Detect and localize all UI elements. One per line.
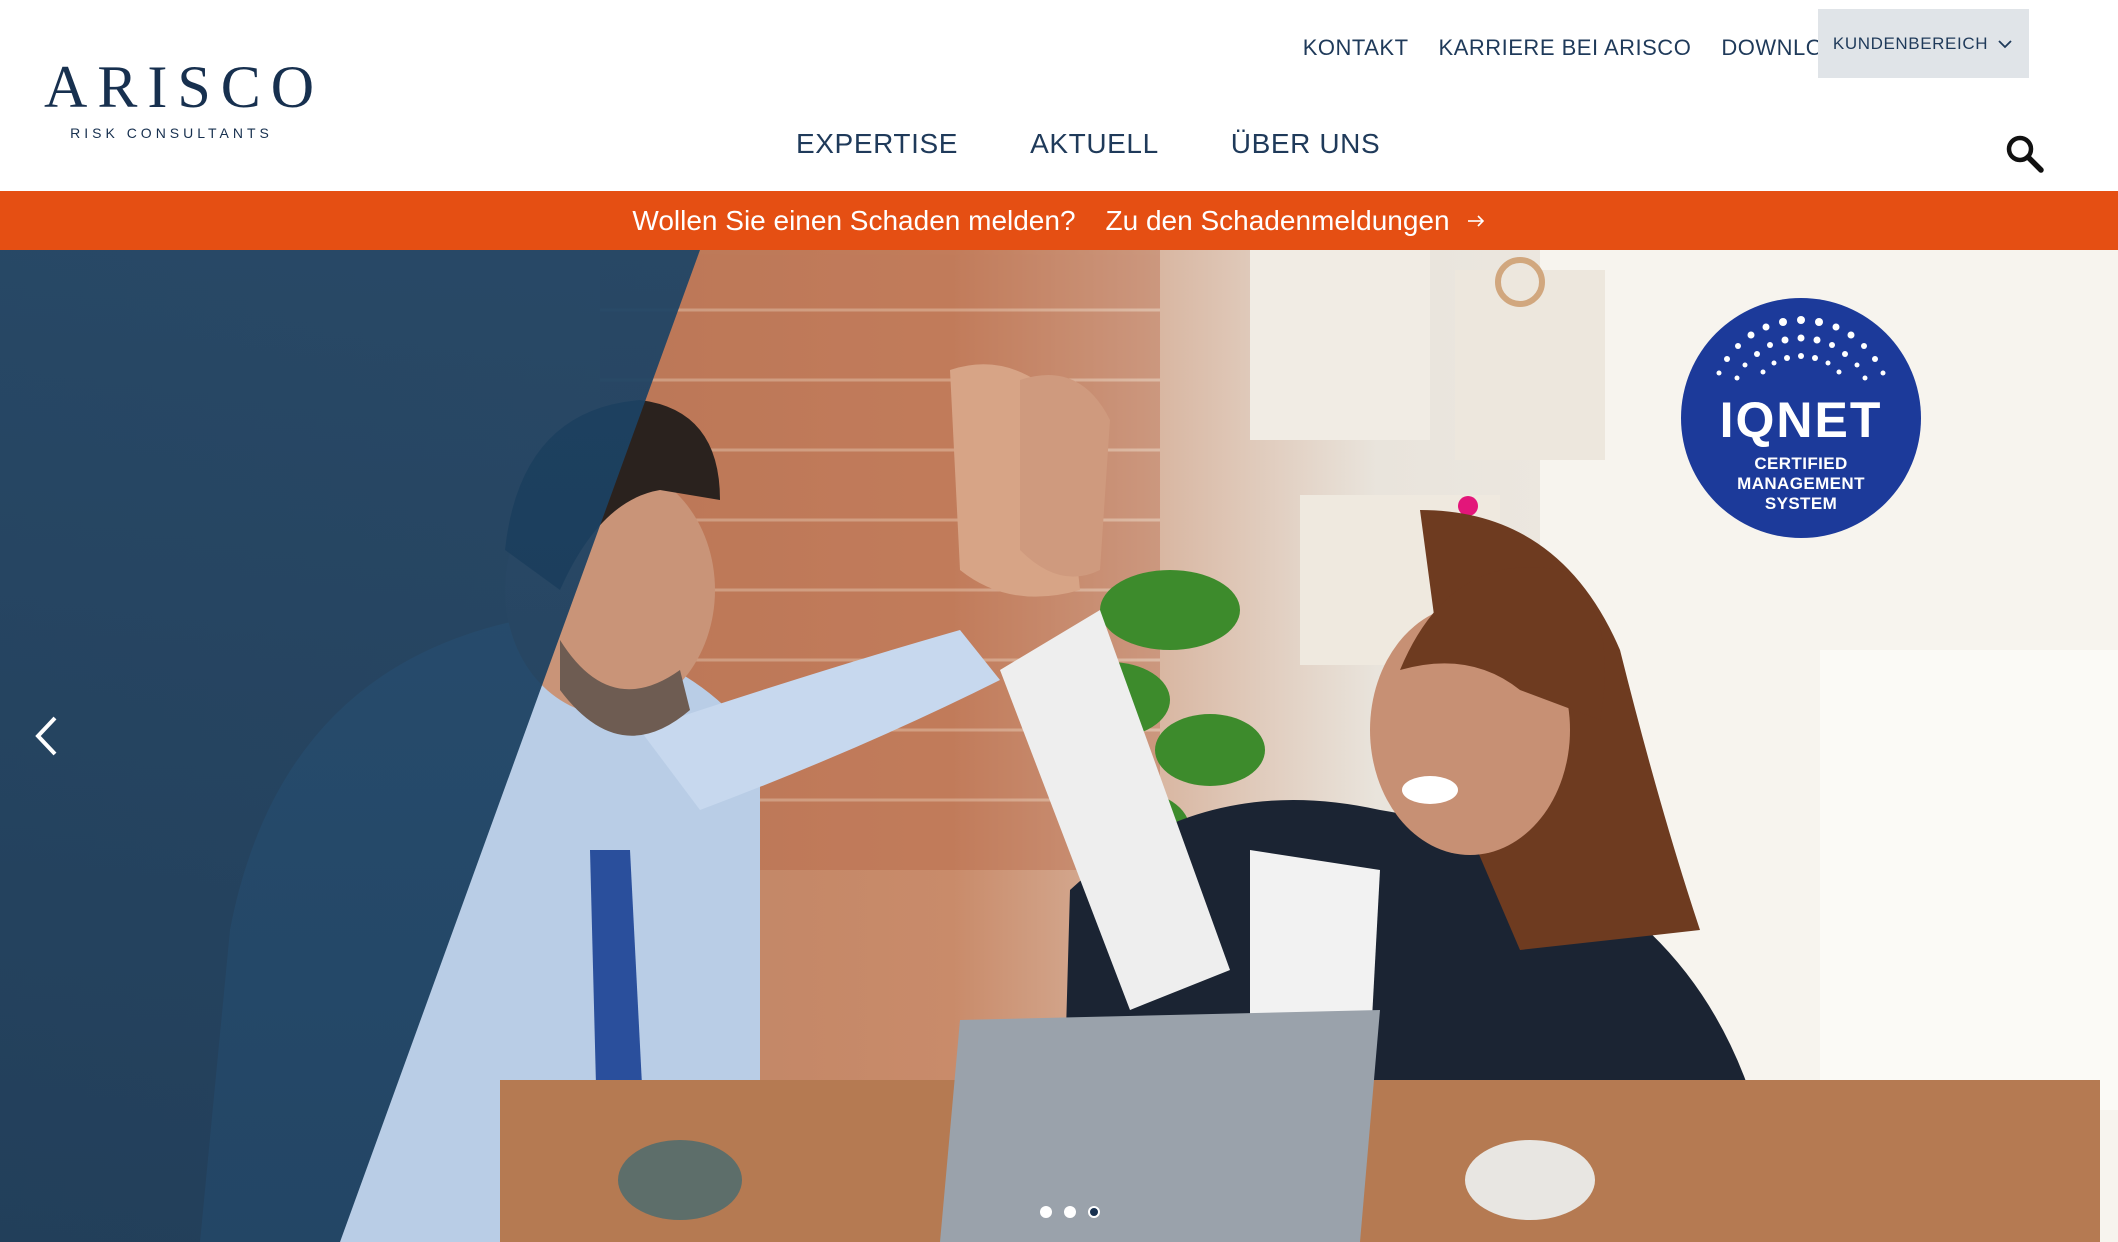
chevron-down-icon — [1998, 39, 2012, 48]
badge-title: IQNET — [1719, 392, 1883, 448]
main-navigation: EXPERTISE AKTUELL ÜBER UNS — [760, 128, 1416, 160]
damage-report-banner: Wollen Sie einen Schaden melden? Zu den … — [0, 191, 2118, 250]
nav-link-kontakt[interactable]: KONTAKT — [1303, 33, 1409, 63]
badge-line-1: CERTIFIED — [1754, 454, 1848, 473]
site-header: ARISCO RISK CONSULTANTS KONTAKT KARRIERE… — [0, 0, 2118, 191]
main-nav-aktuell[interactable]: AKTUELL — [1030, 128, 1159, 160]
logo-wordmark: ARISCO — [44, 54, 325, 120]
customer-area-dropdown[interactable]: KUNDENBEREICH — [1818, 9, 2029, 78]
badge-subtitle: CERTIFIED MANAGEMENT SYSTEM — [1681, 454, 1921, 514]
arisco-logo[interactable]: ARISCO RISK CONSULTANTS — [34, 54, 325, 145]
logo-tagline: RISK CONSULTANTS — [70, 125, 273, 141]
carousel-dot-3[interactable] — [1088, 1206, 1100, 1218]
carousel-pagination — [1034, 1206, 1106, 1218]
chevron-left-icon[interactable] — [32, 713, 60, 759]
damage-report-link[interactable]: Zu den Schadenmeldungen — [1106, 205, 1450, 237]
carousel-dot-2[interactable] — [1064, 1206, 1076, 1218]
iqnet-certification-badge: IQNET CERTIFIED MANAGEMENT SYSTEM — [1681, 298, 1921, 538]
arrow-right-icon[interactable] — [1466, 214, 1486, 228]
customer-area-label: KUNDENBEREICH — [1832, 33, 1989, 53]
damage-report-question: Wollen Sie einen Schaden melden? — [632, 204, 1076, 236]
badge-line-2: MANAGEMENT — [1737, 474, 1865, 493]
main-nav-ueber-uns[interactable]: ÜBER UNS — [1231, 128, 1381, 160]
hero-slider: IQNET CERTIFIED MANAGEMENT SYSTEM — [0, 250, 2118, 1242]
search-icon[interactable] — [2004, 133, 2046, 175]
badge-line-3: SYSTEM — [1764, 494, 1838, 513]
main-nav-expertise[interactable]: EXPERTISE — [796, 128, 958, 160]
nav-link-karriere[interactable]: KARRIERE BEI ARISCO — [1439, 33, 1692, 63]
carousel-dot-1[interactable] — [1040, 1206, 1052, 1218]
